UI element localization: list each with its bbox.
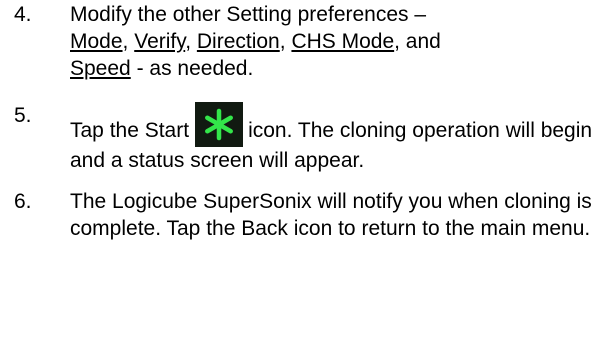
step-text: Tap the Start icon. The cloning operation…	[70, 102, 594, 174]
direction-link[interactable]: Direction	[197, 30, 280, 53]
step-6: 6. The Logicube SuperSonix will notify y…	[14, 188, 594, 242]
chs-mode-link[interactable]: CHS Mode	[291, 30, 394, 53]
step-4-intro: Modify the other Setting preferences –	[70, 3, 427, 26]
speed-link[interactable]: Speed	[70, 57, 131, 80]
step-text: Modify the other Setting preferences – Mo…	[70, 1, 594, 82]
step-4-suffix: - as needed.	[130, 57, 254, 80]
step-number: 5.	[14, 104, 32, 127]
step-number: 4.	[14, 3, 32, 26]
step-4: 4. Modify the other Setting preferences …	[14, 1, 594, 82]
separator: ,	[122, 30, 129, 53]
step-5: 5. Tap the Start icon. The cloning operat…	[14, 102, 594, 174]
step-5-intro: Tap the Start	[70, 119, 190, 142]
verify-link[interactable]: Verify	[134, 30, 185, 53]
instruction-steps: 4. Modify the other Setting preferences …	[14, 0, 594, 242]
separator: ,	[279, 30, 286, 53]
step-text: The Logicube SuperSonix will notify you …	[70, 190, 592, 240]
start-asterisk-icon	[195, 102, 244, 147]
mode-link[interactable]: Mode	[70, 30, 123, 53]
step-number: 6.	[14, 190, 32, 213]
separator: , and	[394, 30, 441, 53]
separator: ,	[185, 30, 192, 53]
